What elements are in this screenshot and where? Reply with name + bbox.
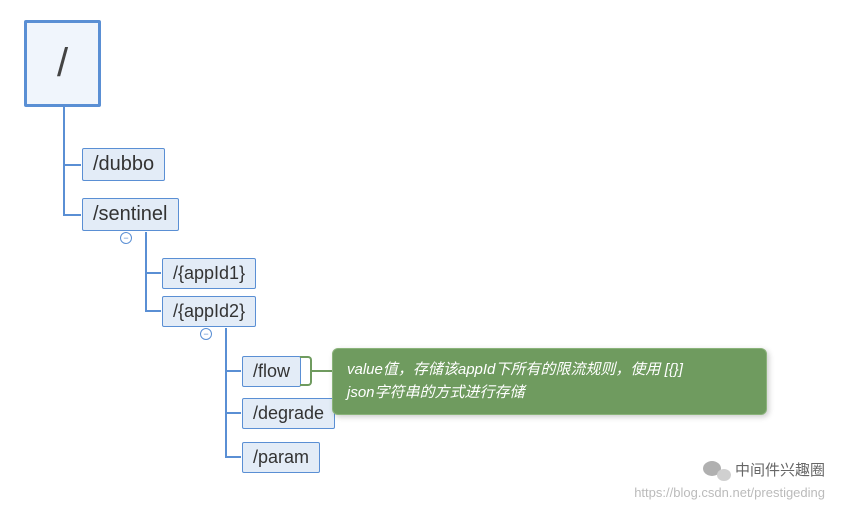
connector bbox=[312, 370, 332, 372]
connector bbox=[145, 272, 161, 274]
tree-node-appid2[interactable]: /{appId2} bbox=[162, 296, 256, 327]
watermark-title: 中间件兴趣圈 bbox=[634, 459, 825, 483]
connector bbox=[63, 214, 81, 216]
connector bbox=[225, 370, 241, 372]
watermark: 中间件兴趣圈 https://blog.csdn.net/prestigedin… bbox=[634, 459, 825, 500]
watermark-title-text: 中间件兴趣圈 bbox=[735, 462, 825, 479]
watermark-url: https://blog.csdn.net/prestigeding bbox=[634, 485, 825, 500]
tooltip-box: value值，存储该appId下所有的限流规则，使用 [{}] json字符串的… bbox=[332, 348, 767, 415]
tooltip-line1: value值，存储该appId下所有的限流规则，使用 [{}] bbox=[347, 359, 752, 382]
tree-node-degrade[interactable]: /degrade bbox=[242, 398, 335, 429]
collapse-toggle-icon[interactable]: − bbox=[120, 232, 132, 244]
bracket-connector bbox=[300, 356, 312, 386]
tree-node-flow[interactable]: /flow bbox=[242, 356, 301, 387]
connector bbox=[63, 106, 65, 216]
wechat-icon bbox=[703, 459, 731, 483]
tree-node-sentinel[interactable]: /sentinel bbox=[82, 198, 179, 231]
tree-node-root[interactable]: / bbox=[24, 20, 101, 107]
tree-node-appid1[interactable]: /{appId1} bbox=[162, 258, 256, 289]
tree-node-dubbo[interactable]: /dubbo bbox=[82, 148, 165, 181]
collapse-toggle-icon[interactable]: − bbox=[200, 328, 212, 340]
connector bbox=[145, 310, 161, 312]
connector bbox=[63, 164, 81, 166]
tooltip-line2: json字符串的方式进行存储 bbox=[347, 382, 752, 405]
connector bbox=[225, 328, 227, 458]
tree-node-param[interactable]: /param bbox=[242, 442, 320, 473]
connector bbox=[225, 456, 241, 458]
connector bbox=[225, 412, 241, 414]
